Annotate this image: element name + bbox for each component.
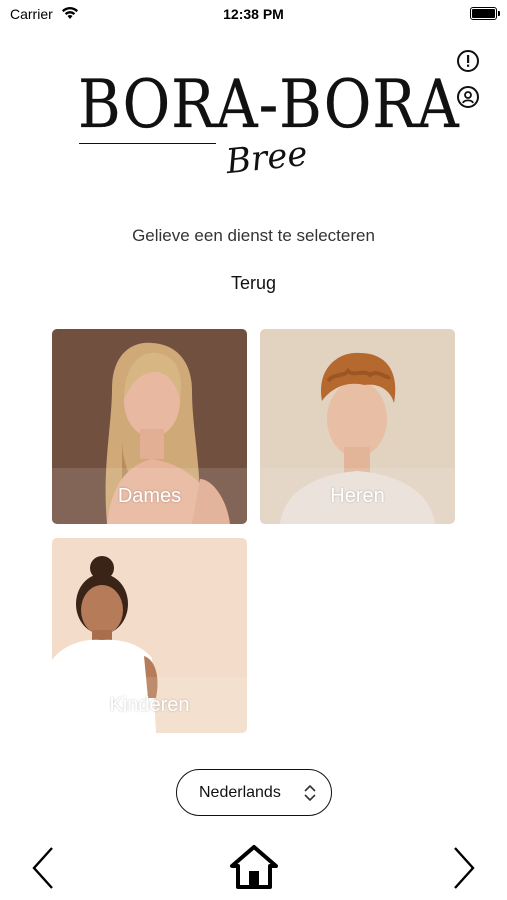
clock: 12:38 PM	[223, 6, 284, 22]
account-icon[interactable]	[457, 86, 479, 108]
home-icon[interactable]	[229, 844, 279, 890]
status-bar: Carrier 12:38 PM	[0, 0, 507, 30]
service-tile-kinderen[interactable]: Kinderen	[52, 538, 247, 733]
brand-logo: BORA-BORA Bree	[78, 66, 460, 200]
app-screen: Carrier 12:38 PM BORA-BORA Bree Gelieve …	[0, 0, 507, 900]
logo-divider	[79, 143, 216, 144]
back-chevron-icon[interactable]	[30, 846, 56, 890]
language-select[interactable]: Nederlands	[176, 769, 332, 816]
battery-icon	[470, 7, 500, 20]
main-content: BORA-BORA Bree Gelieve een dienst te sel…	[0, 30, 507, 830]
header-actions	[457, 50, 485, 122]
service-label: Kinderen	[52, 677, 247, 733]
service-label: Dames	[52, 468, 247, 524]
info-icon[interactable]	[457, 50, 479, 72]
logo-main-text: BORA-BORA	[78, 66, 460, 143]
logo-sub-text: Bree	[224, 133, 310, 183]
service-label: Heren	[260, 468, 455, 524]
language-value: Nederlands	[199, 783, 281, 801]
forward-chevron-icon[interactable]	[451, 846, 477, 890]
select-arrows-icon	[304, 784, 316, 802]
bottom-nav	[0, 830, 507, 900]
back-link[interactable]: Terug	[0, 273, 507, 294]
page-subtitle: Gelieve een dienst te selecteren	[132, 226, 375, 245]
service-tile-dames[interactable]: Dames	[52, 329, 247, 524]
service-tile-heren[interactable]: Heren	[260, 329, 455, 524]
